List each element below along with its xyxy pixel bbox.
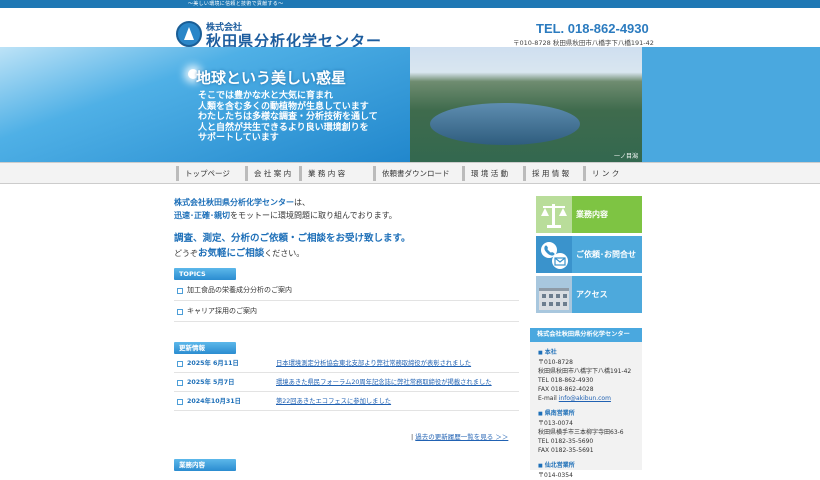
email-link[interactable]: info@akibun.com [559,395,611,402]
intro-end: をモットーに環境問題に取り組んでおります。 [230,211,397,220]
header-tel: TEL. 018-862-4930 [536,21,649,36]
news-row: 2024年10月31日 第22回あきたエコフェスに参加しました [174,392,519,411]
topics-section: TOPICS 加工食品の栄養成分分析のご案内 キャリア採用のご案内 [174,268,519,322]
tagline: 〜美しい環境に信頼と技術で貢献する〜 [188,1,284,7]
address-line: 秋田県横手市三本柳字寺田63-6 [538,429,624,436]
topic-item[interactable]: 加工食品の栄養成分分析のご案内 [174,280,519,301]
hero-banner: 地球という美しい惑星 そこでは豊かな水と大気に育まれ 人類を含む多くの動植物が生… [0,47,820,162]
side-contact-button[interactable]: ご依頼･お問合せ [536,236,642,273]
photo-caption: 一ノ目潟 [613,153,638,160]
building-photo-icon [536,276,572,313]
office-kennan: 県南営業所 [538,409,634,419]
email-line: E-mail info@akibun.com [538,394,634,403]
news-row: 2025年 6月11日 日本環境測定分析協会東北支部より弊社常務取締役が表彰され… [174,354,519,373]
topics-heading: TOPICS [174,268,236,280]
consult-em: お気軽にご相談 [198,248,265,259]
side-access-button[interactable]: アクセス [536,276,642,313]
news-more: | 過去の更新履歴一覧を見る ＞＞ [411,431,508,441]
more-separator: | [411,433,414,441]
address-line: 秋田県秋田市八橋字下八橋191-42 [538,368,632,375]
side-services-label: 業務内容 [576,210,608,219]
nav-environment[interactable]: 環 境 活 動 [462,166,508,181]
side-services-button[interactable]: 業務内容 [536,196,642,233]
nav-top[interactable]: トップページ [176,166,230,181]
nav-download[interactable]: 依頼書ダウンロード [373,166,450,181]
office-head: 本社 [538,348,634,358]
nav-links[interactable]: リ ン ク [583,166,619,181]
news-row: 2025年 5月7日 環境あきた県民フォーラム20周年記念誌に弊社常務取締役が掲… [174,373,519,392]
nav-recruit[interactable]: 採 用 情 報 [523,166,569,181]
intro-company: 株式会社秋田県分析化学センター [174,198,294,207]
hero-right-panel [642,47,820,162]
news-date: 2025年 5月7日 [187,379,235,386]
news-link[interactable]: 第22回あきたエコフェスに参加しました [276,392,391,411]
corp-heading: 株式会社秋田県分析化学センター [530,328,642,342]
news-date: 2025年 6月11日 [187,360,239,367]
address-line: FAX 018-862-4028 [538,386,594,393]
hero-copy: そこでは豊かな水と大気に育まれ 人類を含む多くの動植物が生息しています わたした… [198,91,378,143]
lake-shape [430,103,580,145]
topic-item[interactable]: キャリア採用のご案内 [174,301,519,322]
consult-pre: どうぞ [174,249,198,258]
address-line: 〒014-0354 [538,472,573,479]
news-date: 2024年10月31日 [187,398,241,405]
nav-services[interactable]: 業 務 内 容 [299,166,345,181]
address-line: FAX 0182-35-5691 [538,447,594,454]
nav-company[interactable]: 会 社 案 内 [245,166,291,181]
address-line: TEL 0182-35-5690 [538,438,594,445]
header-address: 〒010-8728 秋田県秋田市八橋字下八橋191-42 [513,39,654,47]
email-label: E-mail [538,395,557,402]
services-heading: 業務内容 [174,459,236,471]
intro-request-line: 調査、測定、分析のご依頼・ご相談をお受け致します。 [174,233,411,244]
news-section: 更新情報 2025年 6月11日 日本環境測定分析協会東北支部より弊社常務取締役… [174,342,519,411]
intro-tail: は、 [294,198,310,207]
main-nav: トップページ 会 社 案 内 業 務 内 容 依頼書ダウンロード 環 境 活 動… [0,162,820,184]
news-link[interactable]: 環境あきた県民フォーラム20周年記念誌に弊社常務取締役が掲載されました [276,373,492,392]
consult-post: ください。 [264,249,305,258]
address-line: 〒013-0074 [538,420,573,427]
address-line: TEL 018-862-4930 [538,377,594,384]
news-heading: 更新情報 [174,342,236,354]
intro-block: 株式会社秋田県分析化学センターは、 迅速･正確･親切をモットーに環境問題に取り組… [174,196,519,259]
company-logo-icon[interactable] [176,21,202,47]
intro-paragraph: 株式会社秋田県分析化学センターは、 迅速･正確･親切をモットーに環境問題に取り組… [174,196,519,222]
services-section: 業務内容 [174,459,236,471]
side-access-label: アクセス [576,290,608,299]
top-tagline-bar: 〜美しい環境に信頼と技術で貢献する〜 [0,0,820,8]
address-line: 〒010-8728 [538,359,573,366]
intro-consult-line: どうぞお気軽にご相談ください。 [174,245,519,259]
balance-scale-icon [536,196,572,233]
corp-info: 本社 〒010-8728 秋田県秋田市八橋字下八橋191-42 TEL 018-… [530,342,642,479]
side-nav: 業務内容 ご依頼･お問合せ アクセス [536,196,642,316]
site-header: 株式会社 秋田県分析化学センター TEL. 018-862-4930 〒010-… [0,8,820,50]
side-contact-label: ご依頼･お問合せ [576,250,636,259]
news-link[interactable]: 日本環境測定分析協会東北支部より弊社常務取締役が表彰されました [276,354,471,373]
phone-mail-icon [536,236,572,273]
hero-title: 地球という美しい惑星 [196,69,347,87]
intro-motto: 迅速･正確･親切 [174,211,230,220]
more-news-link[interactable]: 過去の更新履歴一覧を見る ＞＞ [415,433,508,441]
